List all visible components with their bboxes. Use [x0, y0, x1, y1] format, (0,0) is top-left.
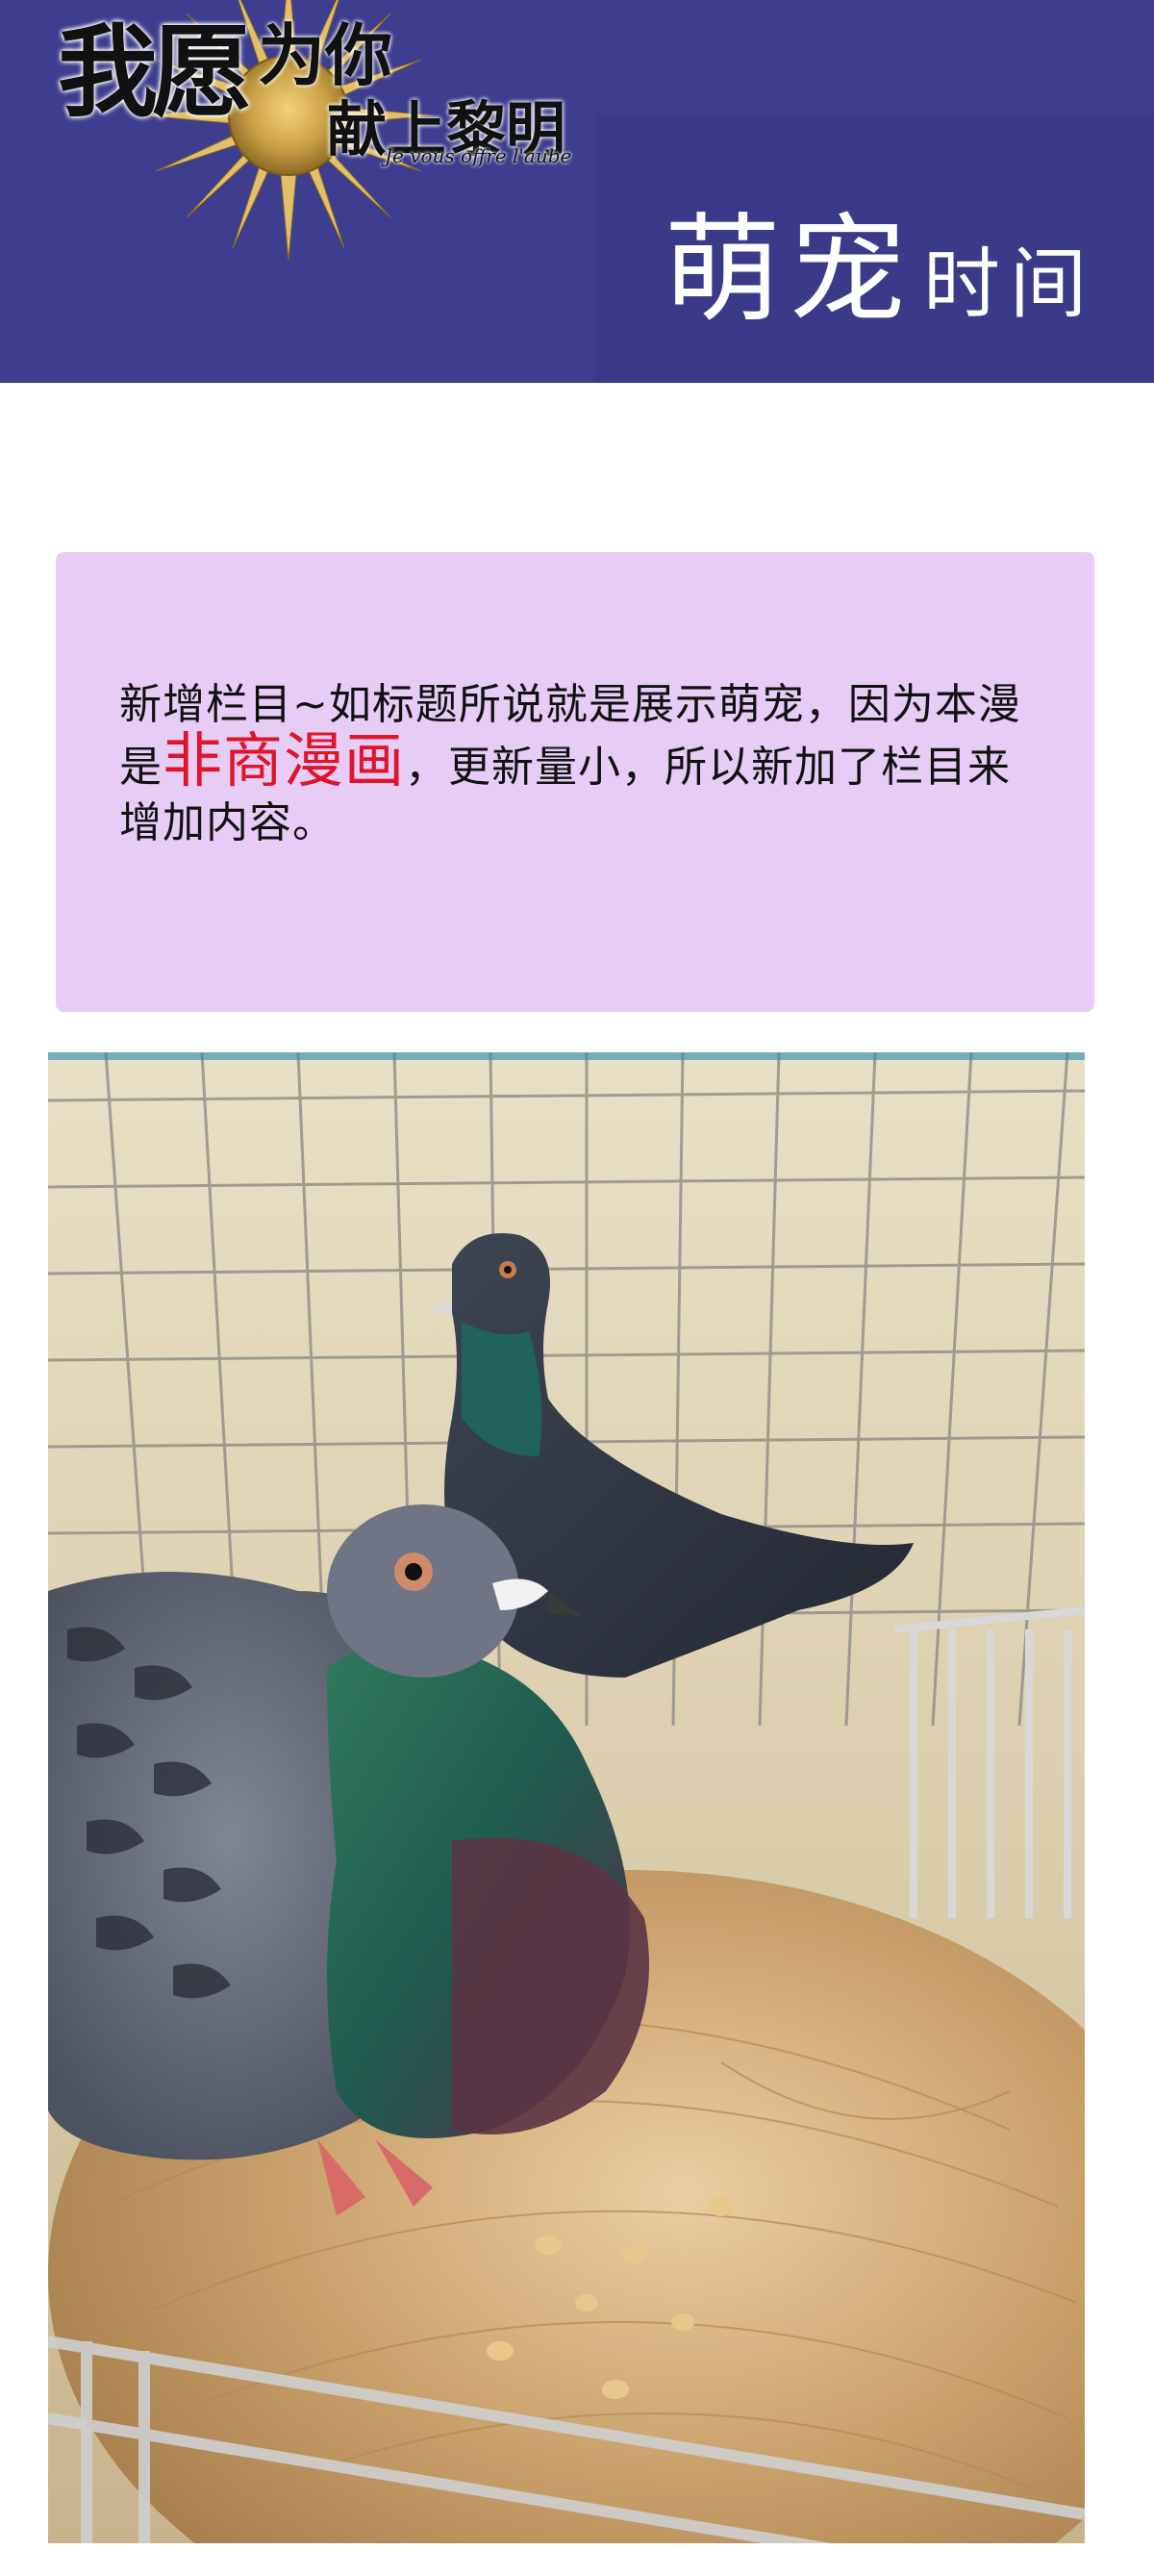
pigeon-photo: [48, 1052, 1085, 2543]
series-logo: 我愿 为你 献上黎明 Je vous offre l'aube: [10, 0, 587, 260]
front-pigeon: [48, 1504, 649, 2216]
intro-paragraph: 新增栏目~如标题所说就是展示萌宠，因为本漫是非商漫画，更新量小，所以新加了栏目来…: [119, 677, 1042, 851]
page-title-main: 萌宠: [664, 202, 914, 339]
page: 我愿 为你 献上黎明 Je vous offre l'aube 萌宠 时间 新增栏…: [0, 0, 1154, 2576]
intro-highlight: 非商漫画: [163, 725, 406, 796]
header-banner: 我愿 为你 献上黎明 Je vous offre l'aube 萌宠 时间: [0, 0, 1154, 383]
pigeon-photo-icon: [48, 1052, 1085, 2543]
page-title: 萌宠 时间: [664, 175, 1096, 345]
logo-text-line1: 我愿: [58, 13, 252, 131]
logo-subtitle: Je vous offre l'aube: [385, 144, 572, 167]
page-title-sub: 时间: [923, 240, 1096, 329]
intro-card: 新增栏目~如标题所说就是展示萌宠，因为本漫是非商漫画，更新量小，所以新加了栏目来…: [56, 552, 1094, 1012]
